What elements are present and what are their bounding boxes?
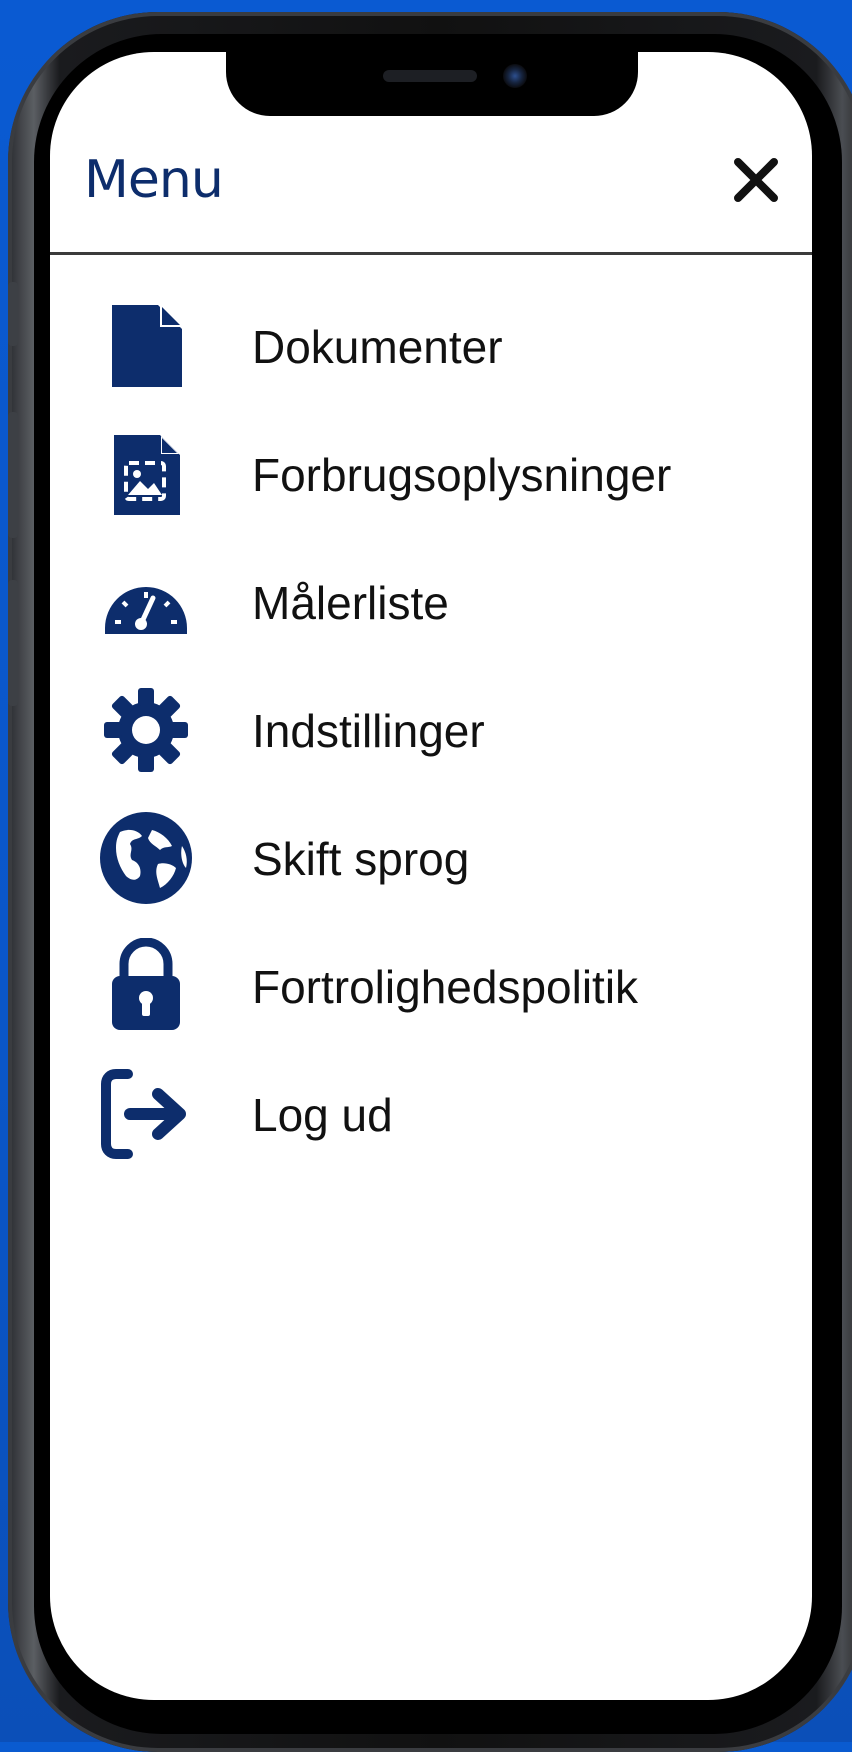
header-divider <box>50 252 812 255</box>
meter-gauge-icon <box>90 546 202 658</box>
menu-item-label: Log ud <box>252 1089 393 1141</box>
menu-item-label: Skift sprog <box>252 833 470 885</box>
menu-item-forbrugsoplysninger[interactable]: Forbrugsoplysninger <box>90 418 790 530</box>
menu-item-indstillinger[interactable]: Indstillinger <box>90 674 790 786</box>
menu-item-label: Fortrolighedspolitik <box>252 961 639 1013</box>
menu-item-log-ud[interactable]: Log ud <box>90 1058 790 1170</box>
menu-item-label: Dokumenter <box>252 321 503 373</box>
logout-icon <box>90 1058 202 1170</box>
menu-item-skift-sprog[interactable]: Skift sprog <box>90 802 790 914</box>
consumption-report-icon <box>90 418 202 530</box>
volume-down-button <box>8 580 18 706</box>
front-camera <box>503 64 527 88</box>
app-screen: Menu Dokumenter Forbrugsoplysninger Måle… <box>50 52 812 1700</box>
menu-item-label: Målerliste <box>252 577 449 629</box>
menu-item-fortrolighedspolitik[interactable]: Fortrolighedspolitik <box>90 930 790 1042</box>
document-icon <box>90 290 202 402</box>
gear-icon <box>90 674 202 786</box>
close-icon <box>734 158 778 202</box>
lock-icon <box>90 930 202 1042</box>
menu-item-dokumenter[interactable]: Dokumenter <box>90 290 790 402</box>
phone-notch <box>226 52 638 116</box>
globe-icon <box>90 802 202 914</box>
page-title: Menu <box>84 150 224 210</box>
speaker-grille <box>383 70 477 82</box>
menu-item-label: Forbrugsoplysninger <box>252 449 672 501</box>
side-button <box>8 282 18 346</box>
menu-item-malerliste[interactable]: Målerliste <box>90 546 790 658</box>
menu-item-label: Indstillinger <box>252 705 485 757</box>
close-button[interactable] <box>724 148 788 212</box>
volume-up-button <box>8 412 18 538</box>
